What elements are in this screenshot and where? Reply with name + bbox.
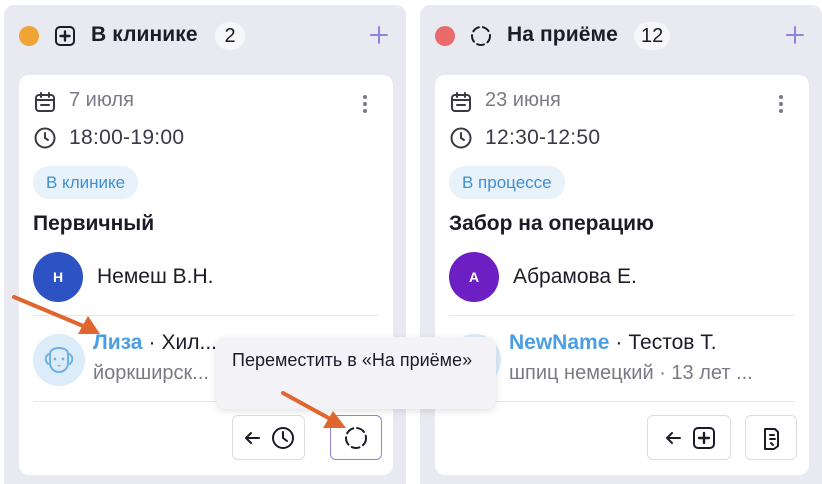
visit-type: Первичный <box>33 212 155 235</box>
divider <box>449 401 795 402</box>
column-at-reception: На приёме 12 23 июня 12:30-12:50 В проце… <box>420 5 822 484</box>
divider <box>449 315 795 316</box>
appointment-time: 12:30-12:50 <box>485 126 601 149</box>
arrow-left-medical-icon <box>666 427 715 449</box>
divider <box>33 315 379 316</box>
clock-icon <box>34 127 56 149</box>
appointment-card[interactable]: 7 июля 18:00-19:00 В клинике Первичный Н… <box>19 75 393 475</box>
status-chip: В процессе <box>449 166 565 199</box>
more-menu-icon[interactable] <box>771 93 791 115</box>
pet-avatar <box>33 334 85 386</box>
doctor-name: Немеш В.Н. <box>97 265 214 288</box>
column-title: На приёме <box>507 23 618 46</box>
status-chip: В клинике <box>33 166 139 199</box>
count-badge: 12 <box>634 22 671 50</box>
in-progress-icon <box>345 427 367 449</box>
column-header: В клинике 2 <box>4 5 406 67</box>
doctor-avatar: Н <box>33 252 83 302</box>
calendar-icon <box>35 92 55 112</box>
move-to-reception-button[interactable] <box>330 415 382 460</box>
doctor-name: Абрамова Е. <box>513 265 637 288</box>
add-icon[interactable] <box>366 22 392 48</box>
count-badge: 2 <box>215 22 245 50</box>
dog-icon <box>44 346 74 374</box>
pet-info: NewName · Тестов Т. <box>509 331 717 354</box>
status-dot <box>435 26 455 46</box>
pet-breed: шпиц немецкий · 13 лет ... <box>509 362 753 384</box>
column-title: В клинике <box>91 23 198 46</box>
discharge-icon <box>764 428 779 450</box>
clock-icon <box>450 127 472 149</box>
pet-name-link[interactable]: Лиза <box>93 331 143 354</box>
more-menu-icon[interactable] <box>355 93 375 115</box>
pet-owner: Хил... <box>161 331 218 354</box>
tooltip: Переместить в «На приёме» <box>216 337 496 409</box>
status-dot <box>19 26 39 46</box>
arrow-left-clock-icon <box>245 427 294 449</box>
medical-cross-icon <box>55 26 75 46</box>
pet-name-link[interactable]: NewName <box>509 331 609 354</box>
pet-breed: йоркширск... <box>93 362 209 384</box>
discharge-button[interactable] <box>745 415 797 460</box>
appointment-date: 23 июня <box>485 89 561 111</box>
visit-type: Забор на операцию <box>449 212 654 235</box>
back-to-clinic-button[interactable] <box>647 415 731 460</box>
appointment-card[interactable]: 23 июня 12:30-12:50 В процессе Забор на … <box>435 75 809 475</box>
column-header: На приёме 12 <box>420 5 822 67</box>
in-progress-icon <box>471 26 491 46</box>
calendar-icon <box>451 92 471 112</box>
pet-owner: Тестов Т. <box>628 331 717 354</box>
appointment-date: 7 июля <box>69 89 134 111</box>
pet-info: Лиза · Хил... <box>93 331 218 354</box>
appointment-time: 18:00-19:00 <box>69 126 185 149</box>
doctor-avatar: А <box>449 252 499 302</box>
add-icon[interactable] <box>782 22 808 48</box>
column-in-clinic: В клинике 2 7 июля 18:00-19:00 В клинике… <box>4 5 406 484</box>
back-to-scheduled-button[interactable] <box>232 415 305 460</box>
